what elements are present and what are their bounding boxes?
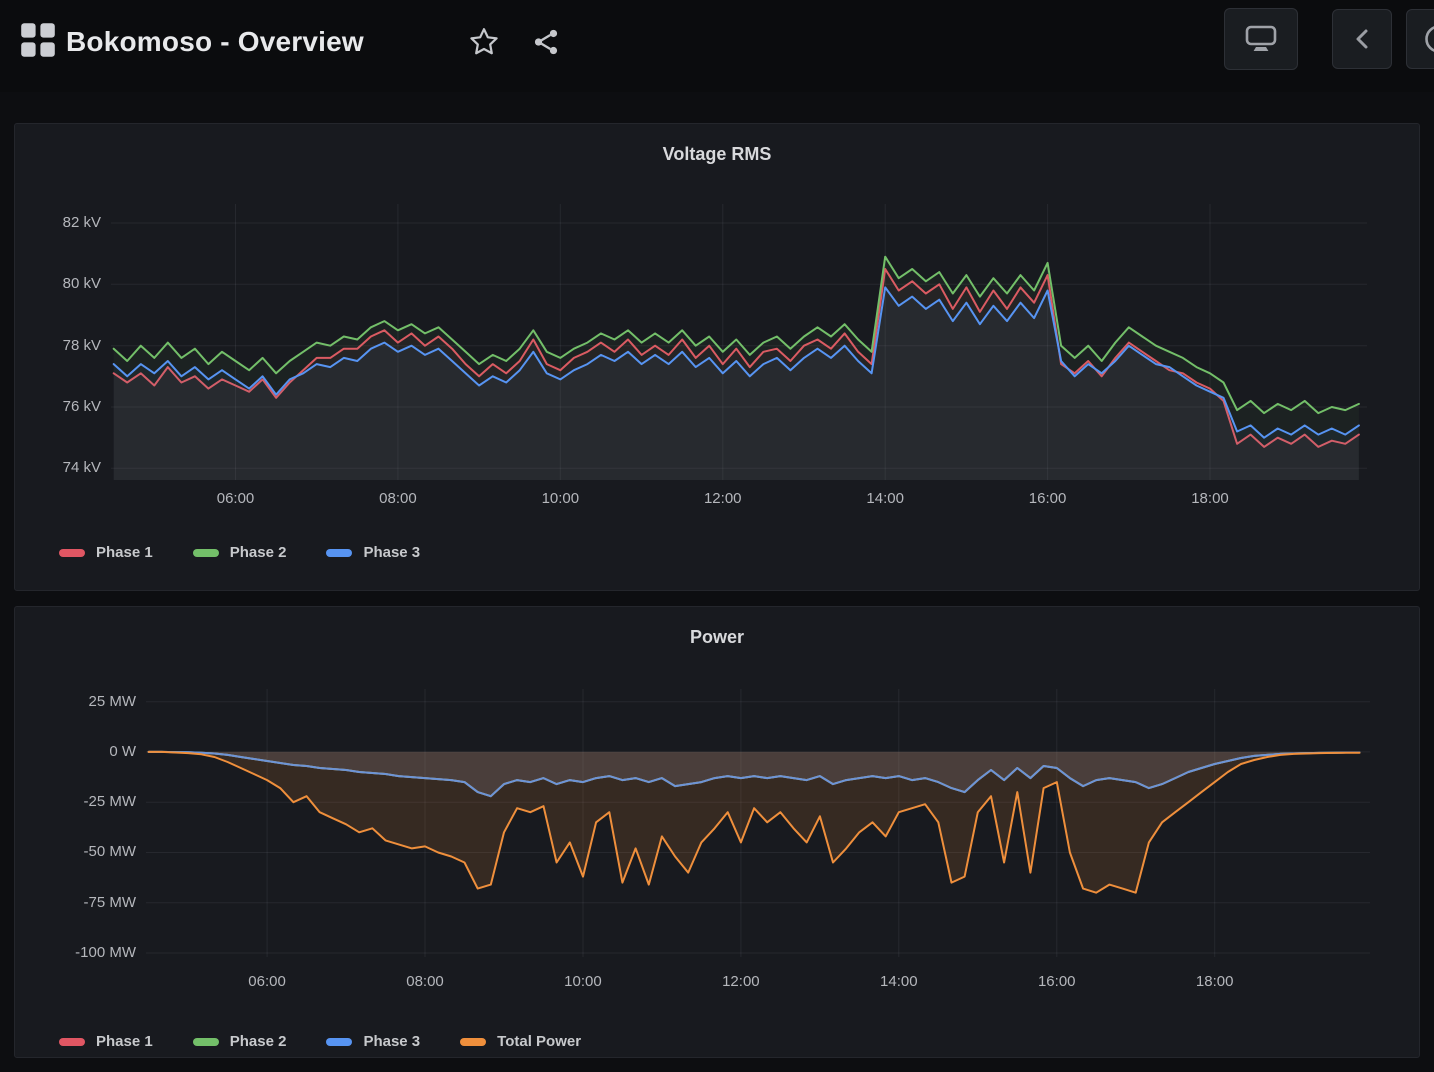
tv-mode-button[interactable]	[1224, 8, 1298, 70]
time-range-picker-button[interactable]	[1406, 9, 1434, 69]
legend-swatch	[460, 1038, 486, 1046]
chart-legend: Phase 1 Phase 2 Phase 3 Total Power	[59, 1033, 621, 1050]
legend-swatch	[59, 549, 85, 557]
x-axis-tick-label: 18:00	[1179, 973, 1251, 991]
x-axis-tick-label: 08:00	[362, 490, 434, 508]
y-axis-tick-label: -25 MW	[15, 793, 136, 811]
tv-icon	[1243, 23, 1279, 55]
x-axis-tick-label: 10:00	[524, 490, 596, 508]
power-chart-canvas[interactable]: 25 MW 0 W -25 MW -50 MW -75 MW -100 MW 06:00 08…	[15, 607, 1419, 1057]
y-axis-tick-label: 80 kV	[15, 275, 101, 293]
time-shift-back-button[interactable]	[1332, 9, 1392, 69]
legend-label: Phase 1	[96, 1033, 153, 1050]
chart-legend: Phase 1 Phase 2 Phase 3	[59, 544, 460, 561]
legend-label: Phase 3	[363, 544, 420, 561]
series-area-phase-3	[114, 287, 1359, 480]
x-axis-tick-label: 14:00	[849, 490, 921, 508]
legend-label: Phase 2	[230, 1033, 287, 1050]
y-axis-tick-label: -100 MW	[15, 944, 136, 962]
x-axis-tick-label: 12:00	[705, 973, 777, 991]
x-axis-tick-label: 06:00	[200, 490, 272, 508]
legend-item-phase-2[interactable]: Phase 2	[193, 1033, 287, 1050]
legend-item-phase-2[interactable]: Phase 2	[193, 544, 287, 561]
y-axis-tick-label: 74 kV	[15, 459, 101, 477]
x-axis-tick-label: 06:00	[231, 973, 303, 991]
y-axis-tick-label: 78 kV	[15, 337, 101, 355]
voltage-rms-panel: Voltage RMS 82 kV80 kV78 kV76 kV74 kV06:…	[14, 123, 1420, 591]
x-axis-tick-label: 12:00	[687, 490, 759, 508]
series-area-total-power	[149, 752, 1360, 893]
x-axis-tick-label: 16:00	[1021, 973, 1093, 991]
legend-label: Phase 1	[96, 544, 153, 561]
x-axis-tick-label: 16:00	[1012, 490, 1084, 508]
legend-label: Total Power	[497, 1033, 581, 1050]
dashboards-grid-icon[interactable]	[20, 22, 56, 58]
star-icon[interactable]	[468, 26, 500, 58]
y-axis-tick-label: -50 MW	[15, 843, 136, 861]
legend-item-phase-1[interactable]: Phase 1	[59, 1033, 153, 1050]
legend-item-phase-3[interactable]: Phase 3	[326, 1033, 420, 1050]
x-axis-tick-label: 08:00	[389, 973, 461, 991]
chart-plot[interactable]	[15, 124, 1419, 590]
legend-swatch	[193, 549, 219, 557]
y-axis-tick-label: -75 MW	[15, 894, 136, 912]
legend-label: Phase 3	[363, 1033, 420, 1050]
legend-swatch	[193, 1038, 219, 1046]
legend-item-phase-1[interactable]: Phase 1	[59, 544, 153, 561]
legend-item-total-power[interactable]: Total Power	[460, 1033, 581, 1050]
legend-swatch	[326, 549, 352, 557]
legend-label: Phase 2	[230, 544, 287, 561]
voltage-chart-canvas[interactable]: 82 kV 80 kV 78 kV 76 kV 74 kV 06:00 08:00 10:00…	[15, 124, 1419, 590]
chevron-left-icon	[1353, 28, 1371, 50]
y-axis-tick-label: 0 W	[15, 743, 136, 761]
x-axis-tick-label: 14:00	[863, 973, 935, 991]
dashboard-header: Bokomoso - Overview	[0, 0, 1434, 92]
clock-icon	[1422, 22, 1434, 56]
legend-item-phase-3[interactable]: Phase 3	[326, 544, 420, 561]
legend-swatch	[59, 1038, 85, 1046]
legend-swatch	[326, 1038, 352, 1046]
share-icon[interactable]	[530, 26, 562, 58]
y-axis-tick-label: 76 kV	[15, 398, 101, 416]
y-axis-tick-label: 25 MW	[15, 693, 136, 711]
x-axis-tick-label: 18:00	[1174, 490, 1246, 508]
y-axis-tick-label: 82 kV	[15, 214, 101, 232]
power-panel: Power 25 MW0 W-25 MW-50 MW-75 MW-100 MW0…	[14, 606, 1420, 1058]
dashboard-title: Bokomoso - Overview	[66, 20, 364, 64]
x-axis-tick-label: 10:00	[547, 973, 619, 991]
